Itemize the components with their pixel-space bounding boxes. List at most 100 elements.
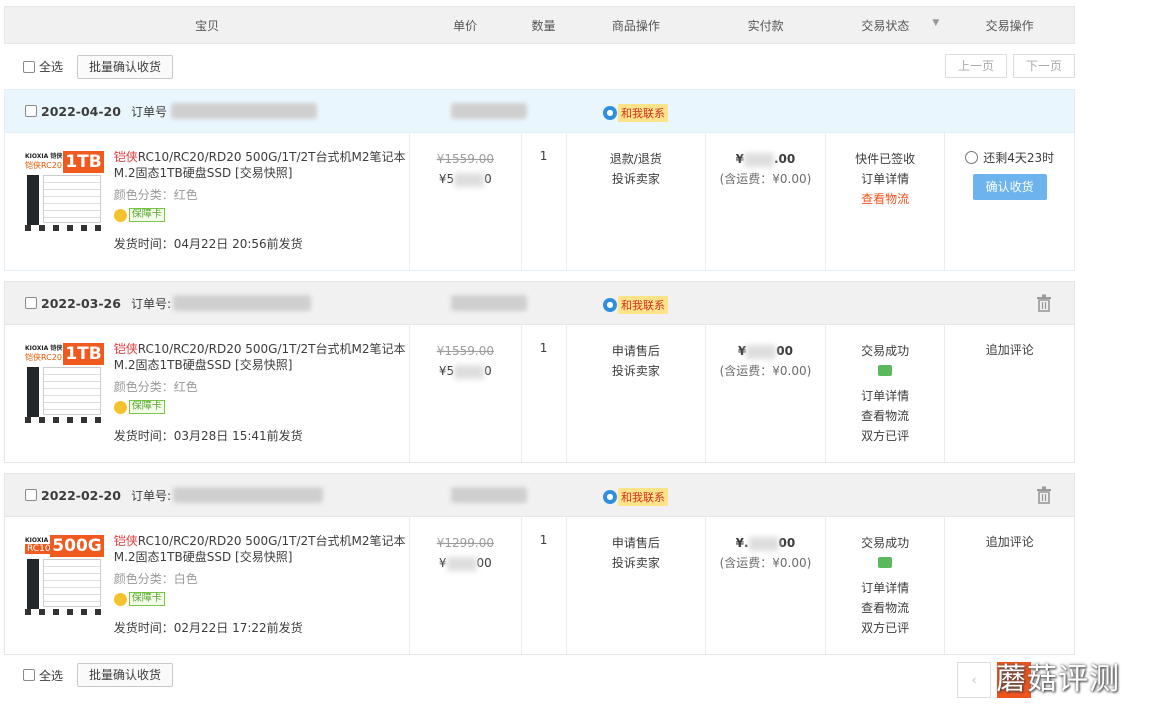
header-price: 单价 xyxy=(453,18,478,33)
original-price: ¥1299.00 xyxy=(436,536,494,550)
order-item: KIOXIA 铠侠 铠侠RC20 1TB 铠侠RC10/RC20/RD20 50… xyxy=(5,133,410,270)
product-title-link[interactable]: 铠侠RC10/RC20/RD20 500G/1T/2T台式机M2笔记本M.2固态… xyxy=(114,149,409,181)
both-reviewed-link[interactable]: 双方已评 xyxy=(826,618,945,638)
contact-seller-button[interactable]: ● 和我联系 xyxy=(603,488,668,506)
after-sale-link[interactable]: 申请售后 xyxy=(567,533,706,553)
order-item: KIOXIA 铠侠 RC10 500G 铠侠RC10/RC20/RD20 500… xyxy=(5,517,410,654)
product-title: RC10/RC20/RD20 500G/1T/2T台式机M2笔记本M.2固态1T… xyxy=(113,342,406,372)
select-all-label: 全选 xyxy=(39,60,64,74)
product-thumbnail[interactable]: KIOXIA 铠侠 RC10 500G xyxy=(25,535,105,615)
product-color: 颜色分类：白色 xyxy=(113,572,198,586)
add-review-link[interactable]: 追加评论 xyxy=(945,533,1074,550)
header-qty: 数量 xyxy=(531,18,556,33)
contact-seller-button[interactable]: ● 和我联系 xyxy=(603,296,668,314)
order-detail-link[interactable]: 订单详情 xyxy=(826,386,945,406)
complain-link[interactable]: 投诉卖家 xyxy=(567,553,706,573)
ship-time: 发货时间：04月22日 20:56前发货 xyxy=(113,236,303,251)
guarantee-badge[interactable]: 保障卡 xyxy=(113,400,165,414)
order-number-label: 订单号 xyxy=(130,104,167,119)
select-all-checkbox[interactable] xyxy=(23,669,35,681)
order-card: 2022-02-20 订单号: ● 和我联系 KIOXIA 铠侠 RC10 50… xyxy=(4,473,1075,655)
unit-price: ¥1559.00 ¥5 0 xyxy=(410,325,522,462)
thumb-model: RC10 xyxy=(25,544,53,554)
thumb-capacity: 1TB xyxy=(63,151,104,173)
order-body: KIOXIA 铠侠 RC10 500G 铠侠RC10/RC20/RD20 500… xyxy=(5,517,1074,654)
header-status-label: 交易状态 xyxy=(861,18,910,33)
message-icon[interactable] xyxy=(878,365,893,376)
order-checkbox[interactable] xyxy=(25,105,37,117)
trade-status: 交易成功 订单详情 查看物流 双方已评 xyxy=(826,325,946,462)
view-logistics-link[interactable]: 查看物流 xyxy=(826,598,945,618)
next-page-button[interactable]: 下一页 xyxy=(1013,54,1075,78)
shop-name-redacted xyxy=(451,103,527,119)
thumb-capacity: 1TB xyxy=(63,343,104,365)
current-price: ¥5 0 xyxy=(438,364,492,379)
paid-total: ¥.00 xyxy=(735,536,796,551)
product-color: 颜色分类：红色 xyxy=(113,188,198,202)
order-detail-link[interactable]: 订单详情 xyxy=(826,578,945,598)
chat-icon: ● xyxy=(603,490,617,504)
complain-link[interactable]: 投诉卖家 xyxy=(567,169,706,189)
spec-table-image xyxy=(43,367,101,415)
product-color: 颜色分类：红色 xyxy=(113,380,198,394)
prev-page-button[interactable]: 上一页 xyxy=(945,54,1007,78)
add-review-link[interactable]: 追加评论 xyxy=(945,341,1074,358)
product-thumbnail[interactable]: KIOXIA 铠侠 铠侠RC20 1TB xyxy=(25,151,105,231)
view-logistics-link[interactable]: 查看物流 xyxy=(826,189,945,209)
batch-confirm-button[interactable]: 批量确认收货 xyxy=(77,663,174,687)
batch-confirm-button[interactable]: 批量确认收货 xyxy=(77,54,174,79)
shipping-fee: (含运费：¥0.00) xyxy=(719,556,812,570)
order-number-redacted xyxy=(173,295,312,311)
both-reviewed-link[interactable]: 双方已评 xyxy=(826,426,945,446)
order-detail-link[interactable]: 订单详情 xyxy=(826,169,945,189)
order-checkbox[interactable] xyxy=(25,297,37,309)
after-sale-link[interactable]: 申请售后 xyxy=(567,341,706,361)
complain-link[interactable]: 投诉卖家 xyxy=(567,361,706,381)
order-header: 2022-04-20 订单号 ● 和我联系 xyxy=(5,90,1074,133)
goods-operations: 退款/退货 投诉卖家 xyxy=(567,133,707,270)
order-number-label: 订单号: xyxy=(130,296,172,311)
table-header: 宝贝 单价 数量 商品操作 实付款 交易状态 ▼ 交易操作 xyxy=(4,6,1075,44)
product-title-link[interactable]: 铠侠RC10/RC20/RD20 500G/1T/2T台式机M2笔记本M.2固态… xyxy=(114,341,409,373)
header-status-filter[interactable]: 交易状态 ▼ xyxy=(825,17,945,34)
product-info: 铠侠RC10/RC20/RD20 500G/1T/2T台式机M2笔记本M.2固态… xyxy=(113,149,409,270)
view-logistics-link[interactable]: 查看物流 xyxy=(826,406,945,426)
status-text: 交易成功 xyxy=(861,536,910,550)
thumb-capacity: 500G xyxy=(50,535,104,557)
quantity: 1 xyxy=(522,133,567,270)
shop-name-redacted xyxy=(451,295,527,311)
confirm-receipt-button[interactable]: 确认收货 xyxy=(972,174,1047,200)
shipping-fee: (含运费：¥0.00) xyxy=(719,364,812,378)
guarantee-badge[interactable]: 保障卡 xyxy=(113,208,165,222)
goods-operations: 申请售后 投诉卖家 xyxy=(567,517,707,654)
dropdown-arrow-icon[interactable]: ▼ xyxy=(932,18,939,28)
order-checkbox[interactable] xyxy=(25,489,37,501)
select-all-checkbox[interactable] xyxy=(23,60,35,73)
product-thumbnail[interactable]: KIOXIA 铠侠 铠侠RC20 1TB xyxy=(25,343,105,423)
ship-time: 发货时间：02月22日 17:22前发货 xyxy=(113,620,303,635)
trash-icon[interactable] xyxy=(1036,294,1052,312)
guarantee-label: 保障卡 xyxy=(128,400,165,414)
product-info: 铠侠RC10/RC20/RD20 500G/1T/2T台式机M2笔记本M.2固态… xyxy=(113,533,409,654)
contact-seller-button[interactable]: ● 和我联系 xyxy=(603,104,668,122)
trash-icon[interactable] xyxy=(1036,486,1052,504)
prev-page-arrow[interactable]: ‹ xyxy=(957,662,991,698)
paid-amount: ¥00 (含运费：¥0.00) xyxy=(706,325,826,462)
refund-link[interactable]: 退款/退货 xyxy=(567,149,706,169)
spec-table-image xyxy=(43,559,101,607)
guarantee-badge[interactable]: 保障卡 xyxy=(113,592,165,606)
unit-price: ¥1559.00 ¥5 0 xyxy=(410,133,522,270)
original-price: ¥1559.00 xyxy=(436,152,494,166)
thumb-brand: KIOXIA 铠侠 xyxy=(25,345,63,352)
order-date: 2022-03-26 xyxy=(41,295,121,311)
header-action: 交易操作 xyxy=(985,18,1034,33)
product-title-link[interactable]: 铠侠RC10/RC20/RD20 500G/1T/2T台式机M2笔记本M.2固态… xyxy=(114,533,409,565)
product-brand-highlight: 铠侠 xyxy=(113,342,138,356)
message-icon[interactable] xyxy=(878,557,893,568)
contact-label: 和我联系 xyxy=(618,104,668,122)
ssd-image xyxy=(27,367,39,417)
order-body: KIOXIA 铠侠 铠侠RC20 1TB 铠侠RC10/RC20/RD20 50… xyxy=(5,133,1074,270)
contact-label: 和我联系 xyxy=(618,488,668,506)
select-all-label: 全选 xyxy=(39,668,64,683)
order-date: 2022-04-20 xyxy=(41,103,121,119)
